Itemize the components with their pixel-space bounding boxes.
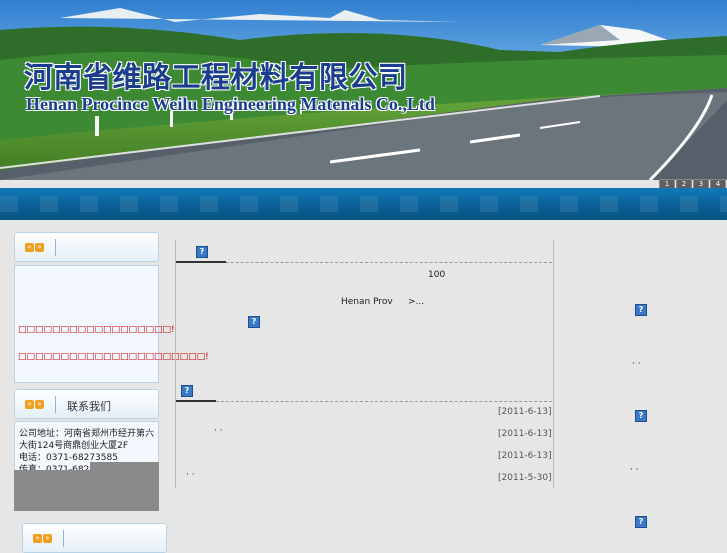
news-date: [2011-6-13]: [498, 429, 552, 439]
news-tab-underline: [176, 400, 216, 402]
news-date: [2011-6-13]: [498, 407, 552, 417]
notice-box: [14, 265, 159, 383]
missing-image-icon: ?: [635, 516, 647, 528]
chevron-badge-icon: »»: [25, 242, 45, 252]
missing-image-icon: ?: [181, 385, 193, 397]
news-date: [2011-6-13]: [498, 451, 552, 461]
notice-line-2: □□□□□□□□□□□□□□□□□□□□□□!: [18, 352, 209, 362]
chevron-badge-icon: »»: [33, 533, 53, 543]
notice-box-header: »»: [14, 232, 159, 262]
center-right-border: [553, 240, 554, 488]
missing-image-icon: ?: [635, 304, 647, 316]
header-divider: [63, 530, 64, 547]
news-date: [2011-5-30]: [498, 473, 552, 483]
chevron-badge-icon: »»: [25, 399, 45, 409]
news-item[interactable]: · ·: [186, 470, 195, 480]
wave-pattern: [0, 196, 727, 212]
company-name-cn: 河南省维路工程材料有限公司: [24, 60, 408, 94]
center-left-border: [175, 240, 176, 488]
header-banner: 河南省维路工程材料有限公司 Henan Procince Weilu Engin…: [0, 0, 727, 180]
decorative-wave-band: [0, 188, 727, 220]
section-divider: [176, 262, 552, 263]
company-name-en: Henan Procince Weilu Engineering Matenal…: [26, 94, 435, 114]
intro-text: Henan Prov: [341, 297, 393, 307]
contact-box-header: »» 联系我们: [14, 389, 159, 419]
contact-title: 联系我们: [67, 400, 111, 413]
right-item[interactable]: · ·: [630, 465, 639, 475]
third-box-header: »»: [22, 523, 167, 553]
overlay-block: [14, 470, 159, 511]
missing-image-icon: ?: [248, 316, 260, 328]
intro-more-link[interactable]: >...: [408, 297, 424, 307]
section-tab-underline: [176, 261, 226, 263]
header-divider: [55, 239, 56, 256]
notice-line-1: □□□□□□□□□□□□□□□□□□!: [18, 325, 175, 335]
intro-count: 100: [428, 270, 446, 280]
news-divider: [176, 401, 552, 402]
right-item[interactable]: · ·: [632, 359, 641, 369]
header-divider: [55, 396, 56, 413]
news-item[interactable]: · ·: [214, 426, 223, 436]
missing-image-icon: ?: [196, 246, 208, 258]
missing-image-icon: ?: [635, 410, 647, 422]
